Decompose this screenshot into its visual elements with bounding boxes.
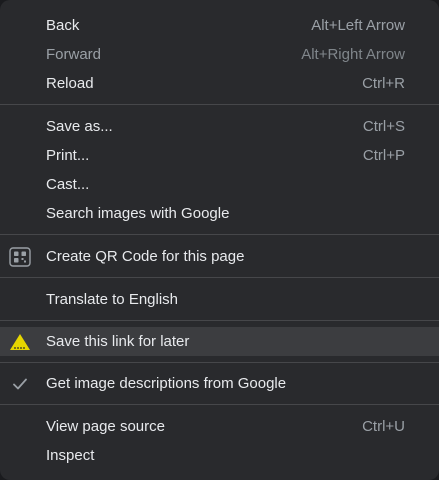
menu-separator [0,104,439,105]
menu-item-label: Save as... [46,118,113,135]
menu-item-label: Print... [46,147,90,164]
menu-item-shortcut: Ctrl+P [362,147,405,164]
menu-item-label: Search images with Google [46,205,230,222]
menu-separator [0,362,439,363]
menu-item-shortcut: Ctrl+U [362,418,405,435]
checkmark-icon [9,373,31,395]
menu-item-label: Create QR Code for this page [46,248,245,265]
menu-item-create-qr-code[interactable]: Create QR Code for this page [0,242,439,271]
menu-item-shortcut: Alt+Right Arrow [301,46,405,63]
menu-item-label: Translate to English [46,291,179,308]
menu-item-print[interactable]: Print... Ctrl+P [0,141,439,170]
menu-item-label: Cast... [46,176,90,193]
context-menu: Back Alt+Left Arrow Forward Alt+Right Ar… [0,0,439,480]
menu-separator [0,404,439,405]
menu-separator [0,234,439,235]
menu-item-translate[interactable]: Translate to English [0,285,439,314]
menu-item-label: Save this link for later [46,333,190,350]
menu-separator [0,320,439,321]
menu-item-label: Inspect [46,447,95,464]
menu-item-label: Reload [46,75,94,92]
menu-item-forward: Forward Alt+Right Arrow [0,40,439,69]
menu-separator [0,277,439,278]
menu-item-inspect[interactable]: Inspect [0,441,439,470]
menu-item-label: View page source [46,418,165,435]
menu-item-label: Get image descriptions from Google [46,375,287,392]
menu-item-shortcut: Ctrl+S [362,118,405,135]
menu-item-save-as[interactable]: Save as... Ctrl+S [0,112,439,141]
menu-item-reload[interactable]: Reload Ctrl+R [0,69,439,98]
menu-item-back[interactable]: Back Alt+Left Arrow [0,11,439,40]
menu-item-image-descriptions[interactable]: Get image descriptions from Google [0,369,439,398]
menu-item-cast[interactable]: Cast... [0,170,439,199]
menu-item-shortcut: Ctrl+R [362,75,405,92]
qr-code-icon [9,246,31,268]
menu-item-search-images[interactable]: Search images with Google [0,199,439,228]
menu-item-shortcut: Alt+Left Arrow [311,17,405,34]
menu-item-view-page-source[interactable]: View page source Ctrl+U [0,412,439,441]
warning-triangle-icon [9,331,31,353]
menu-item-label: Forward [46,46,102,63]
menu-item-label: Back [46,17,80,34]
menu-item-save-link-for-later[interactable]: Save this link for later [0,327,439,356]
